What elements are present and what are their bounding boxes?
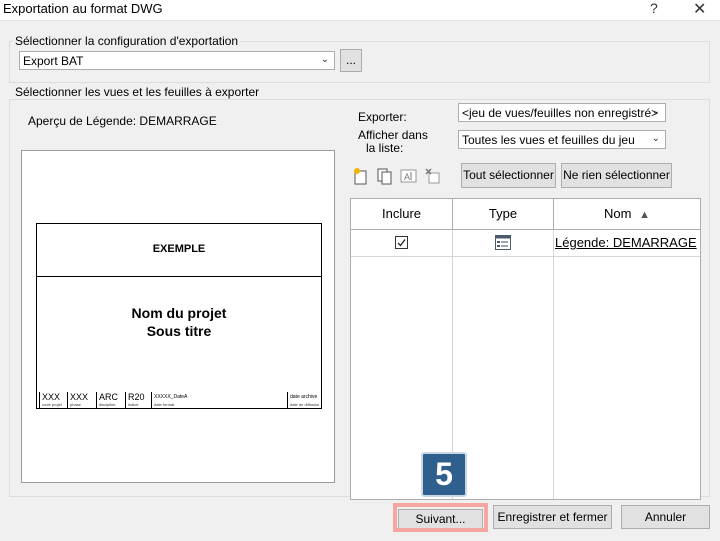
views-group-label: Sélectionner les vues et les feuilles à …	[13, 85, 262, 99]
footer-cell: R20 indice	[125, 392, 150, 408]
afficher-dropdown[interactable]: Toutes les vues et feuilles du jeu ⌄	[458, 130, 666, 149]
row-name[interactable]: Légende: DEMARRAGE	[555, 235, 697, 250]
footer-cell-value: XXX	[42, 392, 61, 402]
exporter-dropdown[interactable]: <jeu de vues/feuilles non enregistré> ⌄	[458, 103, 666, 122]
chevron-down-icon: ⌄	[651, 133, 660, 144]
cancel-button[interactable]: Annuler	[621, 505, 710, 529]
column-header-label: Inclure	[381, 206, 422, 221]
sort-ascending-icon: ▲	[639, 209, 650, 221]
footer-cell-value: XXXXX_DateA	[154, 394, 188, 400]
exporter-label: Exporter:	[358, 110, 407, 124]
footer-cell-value: R20	[128, 392, 145, 402]
checkbox-checked-icon	[397, 239, 406, 247]
afficher-label-line-1: Afficher dans	[358, 128, 428, 142]
export-config-dropdown[interactable]: Export BAT ⌄	[19, 51, 335, 70]
title-bar: Exportation au format DWG ? ✕	[0, 0, 720, 20]
sheet-footer: XXX code projet XXX phase ARC discipline…	[37, 392, 321, 408]
delete-icon[interactable]	[424, 167, 442, 185]
column-header-inclure[interactable]: Inclure	[351, 199, 453, 230]
exporter-value: <jeu de vues/feuilles non enregistré>	[462, 106, 659, 120]
sheet-project-block: Nom du projet Sous titre	[37, 304, 321, 340]
footer-cell: XXX phase	[67, 392, 94, 408]
footer-cell: ARC discipline	[96, 392, 123, 408]
footer-cell-caption: phase	[70, 402, 81, 407]
legend-preview: EXEMPLE Nom du projet Sous titre XXX cod…	[21, 150, 335, 483]
footer-cell: date archive date de diffusion	[287, 392, 321, 408]
browse-config-button[interactable]: ...	[340, 49, 362, 72]
afficher-label: Afficher dans la liste:	[358, 129, 428, 155]
footer-cell: XXX code projet	[39, 392, 66, 408]
select-all-button[interactable]: Tout sélectionner	[461, 163, 556, 188]
footer-cell-caption: code projet	[42, 402, 62, 407]
footer-cell-caption: discipline	[99, 402, 116, 407]
table-row[interactable]: Légende: DEMARRAGE	[351, 230, 700, 257]
save-close-button[interactable]: Enregistrer et fermer	[493, 505, 612, 529]
step-number-badge: 5	[421, 452, 467, 497]
views-table: Inclure Type Nom ▲ Légende: DEMARRAGE	[350, 198, 701, 500]
svg-text:A: A	[404, 172, 410, 182]
duplicate-icon[interactable]	[376, 167, 394, 185]
select-none-button[interactable]: Ne rien sélectionner	[561, 163, 672, 188]
rename-icon[interactable]: A	[400, 167, 418, 185]
footer-cell-value: date archive	[290, 394, 318, 400]
legend-view-icon	[495, 235, 511, 250]
footer-cell-value: ARC	[99, 392, 119, 402]
legend-sheet: EXEMPLE Nom du projet Sous titre XXX cod…	[36, 223, 322, 409]
preview-title: Aperçu de Légende: DEMARRAGE	[28, 114, 217, 128]
close-button[interactable]: ✕	[693, 0, 706, 19]
column-header-type[interactable]: Type	[453, 199, 554, 230]
chevron-down-icon: ⌄	[651, 106, 660, 117]
footer-cell-value: XXX	[70, 392, 89, 402]
footer-cell-caption: date de diffusion	[290, 402, 320, 407]
export-config-group-label: Sélectionner la configuration d'exportat…	[13, 34, 241, 48]
footer-cell-caption: indice	[128, 402, 139, 407]
sheet-subtitle: Sous titre	[146, 323, 212, 339]
column-header-nom[interactable]: Nom ▲	[554, 199, 700, 230]
export-config-value: Export BAT	[23, 54, 84, 68]
chevron-down-icon: ⌄	[320, 54, 329, 65]
window-title: Exportation au format DWG	[3, 1, 163, 16]
column-header-label: Type	[488, 206, 518, 221]
sheet-project-name: Nom du projet	[131, 305, 227, 321]
column-header-label: Nom	[604, 206, 632, 221]
afficher-value: Toutes les vues et feuilles du jeu	[462, 133, 635, 147]
dialog-body: Sélectionner la configuration d'exportat…	[0, 20, 720, 541]
column-divider	[553, 230, 554, 499]
include-checkbox[interactable]	[395, 236, 408, 249]
sheet-heading: EXEMPLE	[152, 243, 206, 255]
footer-cell: XXXXX_DateA date format	[151, 392, 211, 408]
help-button[interactable]: ?	[650, 0, 658, 16]
step-highlight-frame	[393, 503, 488, 532]
sheet-divider	[37, 276, 321, 277]
footer-cell-caption: date format	[154, 402, 175, 407]
afficher-label-line-2: la liste:	[366, 141, 404, 155]
new-set-icon[interactable]	[352, 167, 370, 185]
